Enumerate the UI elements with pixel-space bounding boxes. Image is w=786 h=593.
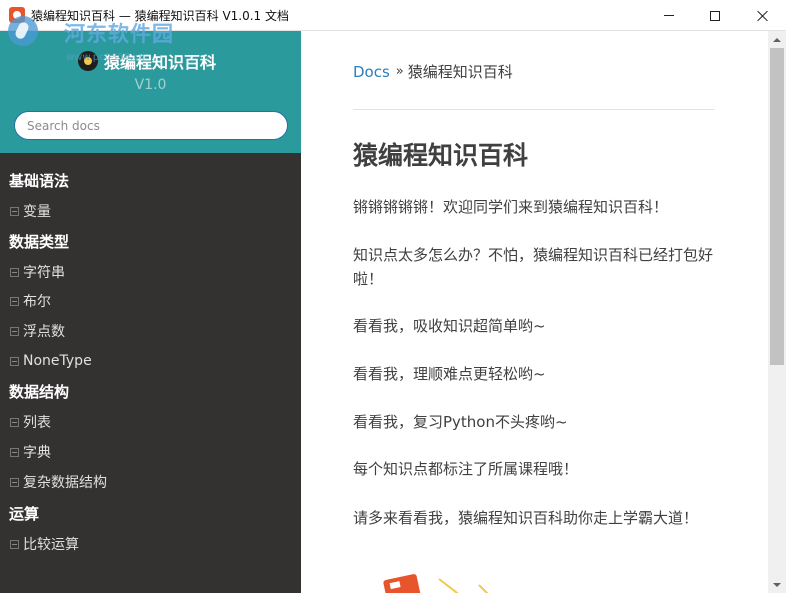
vertical-scrollbar[interactable] xyxy=(768,31,786,593)
toggle-icon xyxy=(10,296,19,306)
nav-item-list[interactable]: 列表 xyxy=(0,408,301,436)
sidebar: 猿编程知识百科 V1.0 基础语法 变量 数据类型 字符串 布尔 浮点数 Non… xyxy=(0,31,301,593)
nav-item-label: 布尔 xyxy=(23,294,51,310)
breadcrumb-separator: » xyxy=(395,64,404,79)
search-input[interactable] xyxy=(15,112,287,139)
body-paragraph: 看看我，理顺难点更轻松哟~ xyxy=(353,365,546,383)
toggle-icon xyxy=(10,326,19,336)
arrow-down-icon xyxy=(773,582,781,587)
toggle-icon xyxy=(10,447,19,457)
scroll-down-button[interactable] xyxy=(768,576,786,593)
site-logo-icon xyxy=(78,51,98,71)
nav-item-label: 比较运算 xyxy=(23,537,79,553)
divider xyxy=(353,109,715,110)
nav-item-nonetype[interactable]: NoneType xyxy=(0,347,301,375)
nav-item-variables[interactable]: 变量 xyxy=(0,197,301,225)
nav-item-label: 复杂数据结构 xyxy=(23,475,107,491)
close-icon xyxy=(757,10,769,22)
nav-section-data-structures[interactable]: 数据结构 xyxy=(0,377,301,405)
breadcrumb: Docs » 猿编程知识百科 xyxy=(353,61,513,82)
toggle-icon xyxy=(10,477,19,487)
body-paragraph: 看看我，复习Python不头疼哟~ xyxy=(353,413,568,431)
nav-item-float[interactable]: 浮点数 xyxy=(0,317,301,345)
scroll-thumb[interactable] xyxy=(770,48,784,365)
scroll-up-button[interactable] xyxy=(768,31,786,48)
nav-section-basic-syntax[interactable]: 基础语法 xyxy=(0,166,301,194)
nav-item-complex-structures[interactable]: 复杂数据结构 xyxy=(0,468,301,496)
body-paragraph: 看看我，吸收知识超简单哟~ xyxy=(353,317,546,335)
nav-section-label: 数据类型 xyxy=(9,232,70,251)
nav-section-label: 运算 xyxy=(9,504,40,523)
nav-item-boolean[interactable]: 布尔 xyxy=(0,287,301,315)
nav-item-label: NoneType xyxy=(23,353,92,369)
toggle-icon xyxy=(10,356,19,366)
nav-item-label: 变量 xyxy=(23,204,51,220)
toggle-icon xyxy=(10,206,19,216)
nav-item-string[interactable]: 字符串 xyxy=(0,258,301,286)
page-title: 猿编程知识百科 xyxy=(353,141,529,170)
site-home-link[interactable]: 猿编程知识百科 xyxy=(78,49,216,73)
maximize-button[interactable] xyxy=(692,0,738,31)
minimize-icon xyxy=(664,15,674,16)
nav-section-label: 数据结构 xyxy=(9,382,70,401)
title-bar: 猿编程知识百科 — 猿编程知识百科 V1.0.1 文档 xyxy=(0,0,786,31)
breadcrumb-current: 猿编程知识百科 xyxy=(407,63,513,81)
window-title: 猿编程知识百科 — 猿编程知识百科 V1.0.1 文档 xyxy=(31,9,290,23)
nav-item-label: 列表 xyxy=(23,415,51,431)
nav-item-dict[interactable]: 字典 xyxy=(0,438,301,466)
sidebar-header: 猿编程知识百科 V1.0 xyxy=(0,31,301,153)
search-box xyxy=(14,111,288,140)
toggle-icon xyxy=(10,267,19,277)
book-illustration xyxy=(383,574,489,593)
nav-item-label: 字典 xyxy=(23,445,51,461)
version-label: V1.0 xyxy=(134,77,167,93)
toggle-icon xyxy=(10,417,19,427)
nav-section-data-types[interactable]: 数据类型 xyxy=(0,227,301,255)
nav-item-label: 浮点数 xyxy=(23,324,65,340)
body-paragraph: 知识点太多怎么办？不怕，猿编程知识百科已经打包好啦！ xyxy=(353,246,714,288)
nav-item-comparison[interactable]: 比较运算 xyxy=(0,530,301,558)
nav-section-label: 基础语法 xyxy=(9,171,70,190)
site-title: 猿编程知识百科 xyxy=(104,53,217,72)
maximize-icon xyxy=(710,10,720,21)
intro-paragraph: 锵锵锵锵锵！欢迎同学们来到猿编程知识百科！ xyxy=(353,198,669,216)
body-paragraph: 请多来看看我，猿编程知识百科助你走上学霸大道！ xyxy=(353,509,699,527)
breadcrumb-docs-link[interactable]: Docs xyxy=(353,63,390,81)
nav-section-operations[interactable]: 运算 xyxy=(0,499,301,527)
nav-item-label: 字符串 xyxy=(23,265,65,281)
body-paragraph: 每个知识点都标注了所属课程哦！ xyxy=(353,460,579,478)
close-button[interactable] xyxy=(740,0,786,31)
main-content: Docs » 猿编程知识百科 猿编程知识百科 锵锵锵锵锵！欢迎同学们来到猿编程知… xyxy=(301,31,768,593)
arrow-up-icon xyxy=(773,37,781,42)
app-icon xyxy=(9,7,25,23)
minimize-button[interactable] xyxy=(646,0,692,31)
toggle-icon xyxy=(10,539,19,549)
